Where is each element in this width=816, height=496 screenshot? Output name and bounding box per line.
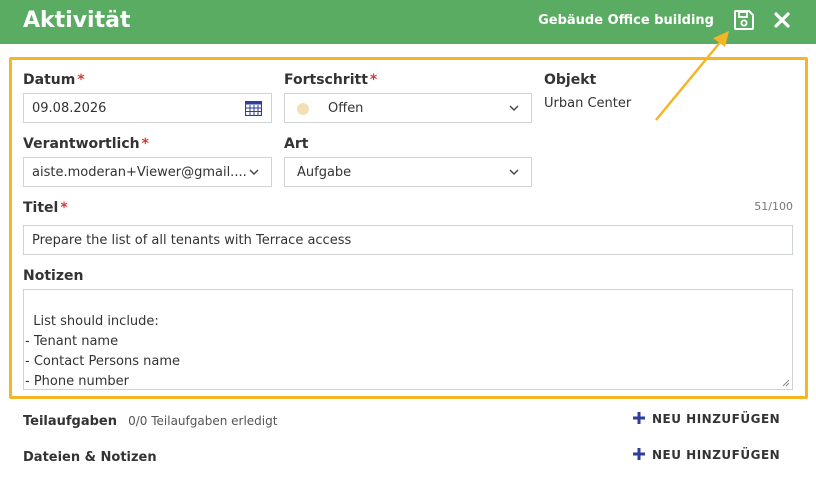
chevron-down-icon — [509, 169, 519, 175]
teilaufgaben-title: Teilaufgaben — [23, 414, 118, 429]
save-button[interactable] — [733, 9, 755, 31]
add-teilaufgabe-button[interactable]: NEU HINZUFÜGEN — [632, 409, 780, 426]
calendar-icon[interactable] — [245, 101, 262, 116]
art-value: Aufgabe — [297, 165, 352, 180]
notizen-textarea[interactable]: List should include: - Tenant name - Con… — [23, 289, 793, 390]
notizen-label: Notizen — [23, 268, 84, 284]
fortschritt-label: Fortschritt * — [284, 72, 378, 88]
titel-input[interactable]: Prepare the list of all tenants with Ter… — [23, 225, 793, 255]
art-label: Art — [284, 136, 309, 152]
dateien-title: Dateien & Notizen — [23, 450, 157, 465]
add-datei-button[interactable]: NEU HINZUFÜGEN — [632, 445, 780, 462]
header-bar: Aktivität Gebäude Office building — [0, 0, 816, 44]
objekt-label: Objekt — [544, 72, 597, 88]
verantwortlich-select[interactable]: aiste.moderan+Viewer@gmail.... — [23, 157, 272, 187]
building-name: Office building — [607, 13, 714, 28]
add-datei-label: NEU HINZUFÜGEN — [652, 448, 781, 462]
art-select[interactable]: Aufgabe — [284, 157, 532, 187]
datum-label: Datum * — [23, 72, 85, 88]
notizen-value: List should include: - Tenant name - Con… — [25, 314, 180, 389]
fortschritt-value: Offen — [328, 101, 364, 116]
close-icon — [774, 12, 790, 28]
chevron-down-icon — [509, 105, 519, 111]
verantwortlich-value: aiste.moderan+Viewer@gmail.... — [32, 165, 247, 180]
add-teilaufgabe-label: NEU HINZUFÜGEN — [652, 412, 781, 426]
building-info: Gebäude Office building — [538, 13, 714, 28]
verantwortlich-label: Verantwortlich * — [23, 136, 149, 152]
plus-icon — [633, 448, 645, 460]
plus-icon — [633, 412, 645, 424]
titel-value: Prepare the list of all tenants with Ter… — [32, 233, 352, 248]
save-icon — [734, 10, 754, 30]
datum-field[interactable]: 09.08.2026 — [23, 93, 272, 123]
objekt-value: Urban Center — [544, 96, 632, 111]
resize-handle-icon[interactable] — [782, 379, 790, 387]
fortschritt-select[interactable]: Offen — [284, 93, 532, 123]
building-prefix: Gebäude — [538, 13, 604, 28]
status-dot-icon — [297, 103, 309, 115]
titel-label: Titel * — [23, 200, 68, 216]
teilaufgaben-status: 0/0 Teilaufgaben erledigt — [128, 414, 278, 428]
datum-value: 09.08.2026 — [32, 101, 107, 116]
dateien-section: Dateien & Notizen — [23, 446, 157, 465]
chevron-down-icon — [249, 169, 259, 175]
titel-char-counter: 51/100 — [754, 200, 793, 213]
teilaufgaben-section: Teilaufgaben 0/0 Teilaufgaben erledigt — [23, 410, 277, 429]
close-button[interactable] — [772, 10, 792, 30]
page-title: Aktivität — [23, 8, 131, 33]
